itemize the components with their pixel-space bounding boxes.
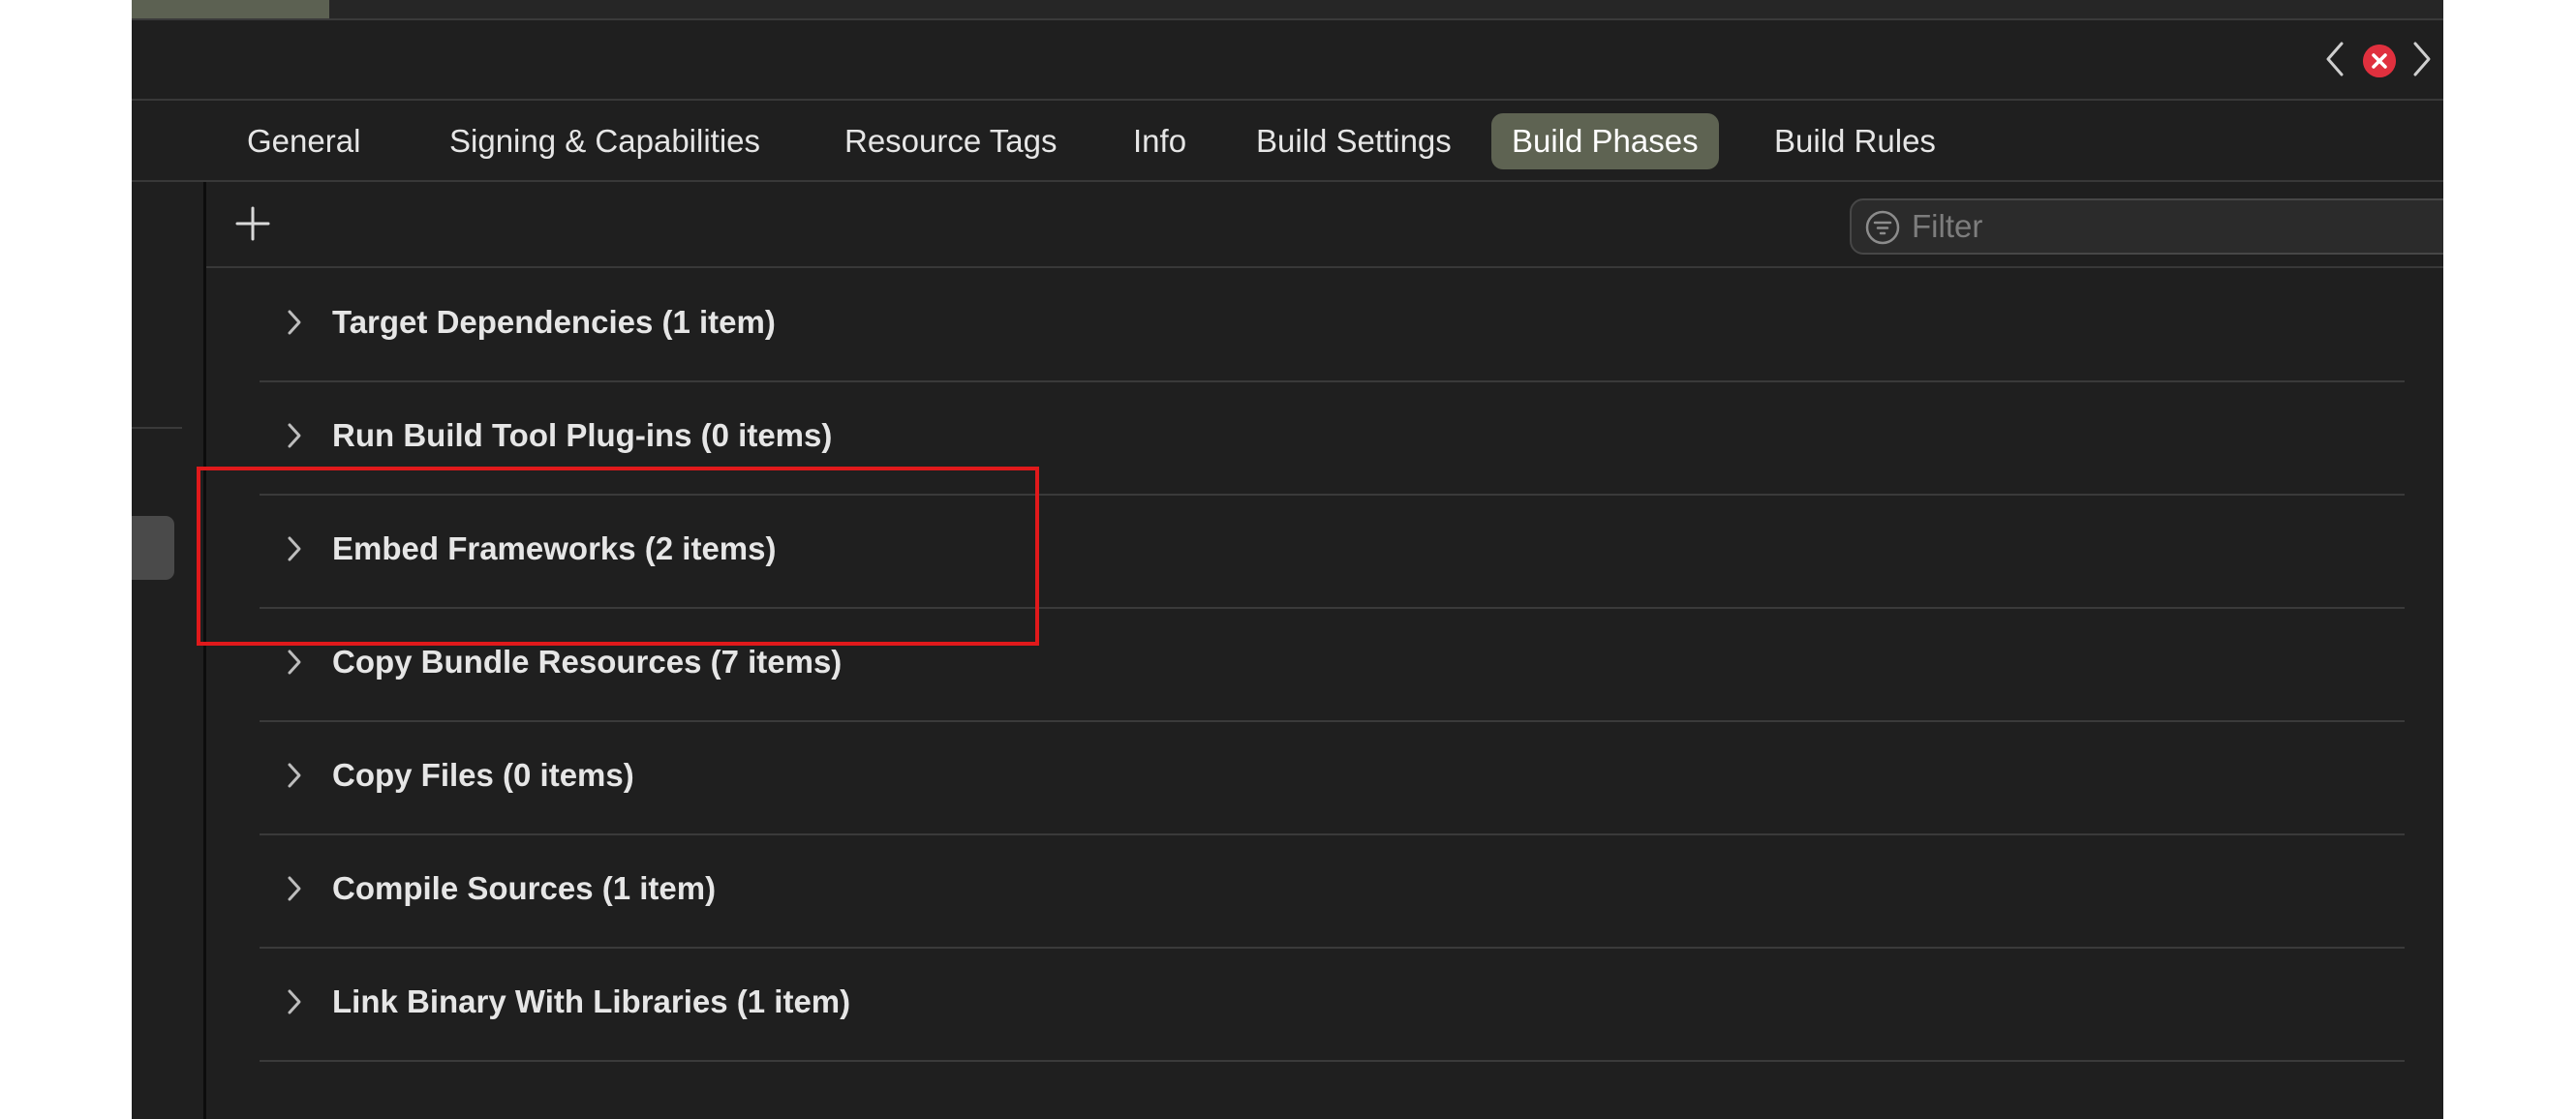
disclosure-chevron-icon[interactable] — [287, 988, 302, 1015]
tab-build-rules[interactable]: Build Rules — [1754, 113, 1956, 169]
sidebar-selected-target[interactable] — [132, 516, 174, 580]
tab-signing-capabilities[interactable]: Signing & Capabilities — [429, 113, 781, 169]
phase-row-copy-files[interactable]: Copy Files (0 items) — [260, 721, 2405, 835]
editor-tab-strip — [132, 0, 2443, 20]
phase-row-link-binary-with-libraries[interactable]: Link Binary With Libraries (1 item) — [260, 948, 2405, 1062]
phase-row-compile-sources[interactable]: Compile Sources (1 item) — [260, 834, 2405, 949]
phase-row-run-build-tool-plugins[interactable]: Run Build Tool Plug-ins (0 items) — [260, 381, 2405, 496]
phase-title: Copy Files (0 items) — [332, 757, 634, 793]
filter-field[interactable] — [1850, 198, 2443, 255]
phase-title: Copy Bundle Resources (7 items) — [332, 644, 843, 680]
phase-title: Run Build Tool Plug-ins (0 items) — [332, 417, 833, 453]
target-editor-tab-bar: General Signing & Capabilities Resource … — [132, 101, 2443, 182]
tab-general[interactable]: General — [227, 113, 381, 169]
phase-row-target-dependencies[interactable]: Target Dependencies (1 item) — [260, 268, 2405, 382]
editor-tab[interactable] — [132, 0, 329, 18]
chevron-left-icon[interactable] — [2322, 40, 2349, 78]
disclosure-chevron-icon[interactable] — [287, 535, 302, 562]
plus-icon[interactable] — [231, 202, 274, 245]
disclosure-chevron-icon[interactable] — [287, 762, 302, 789]
filter-input[interactable] — [1912, 200, 2443, 253]
phase-title: Target Dependencies (1 item) — [332, 304, 776, 340]
phase-row-copy-bundle-resources[interactable]: Copy Bundle Resources (7 items) — [260, 608, 2405, 722]
tab-resource-tags[interactable]: Resource Tags — [824, 113, 1078, 169]
tab-build-settings[interactable]: Build Settings — [1236, 113, 1472, 169]
phase-title: Link Binary With Libraries (1 item) — [332, 983, 851, 1019]
phase-title: Compile Sources (1 item) — [332, 870, 717, 906]
phase-row-embed-frameworks[interactable]: Embed Frameworks (2 items) — [260, 495, 2405, 609]
disclosure-chevron-icon[interactable] — [287, 309, 302, 336]
disclosure-chevron-icon[interactable] — [287, 875, 302, 902]
disclosure-chevron-icon[interactable] — [287, 649, 302, 676]
filter-icon — [1865, 210, 1900, 245]
build-phases-toolbar — [206, 182, 2443, 268]
chevron-right-icon[interactable] — [2407, 40, 2435, 78]
tab-build-phases[interactable]: Build Phases — [1491, 113, 1719, 169]
error-badge-icon[interactable] — [2363, 45, 2396, 77]
targets-sidebar — [132, 182, 206, 1119]
tab-info[interactable]: Info — [1113, 113, 1207, 169]
jump-bar — [132, 20, 2443, 101]
sidebar-divider — [132, 427, 182, 429]
xcode-editor-window: General Signing & Capabilities Resource … — [132, 0, 2443, 1119]
disclosure-chevron-icon[interactable] — [287, 422, 302, 449]
phase-title: Embed Frameworks (2 items) — [332, 530, 777, 566]
